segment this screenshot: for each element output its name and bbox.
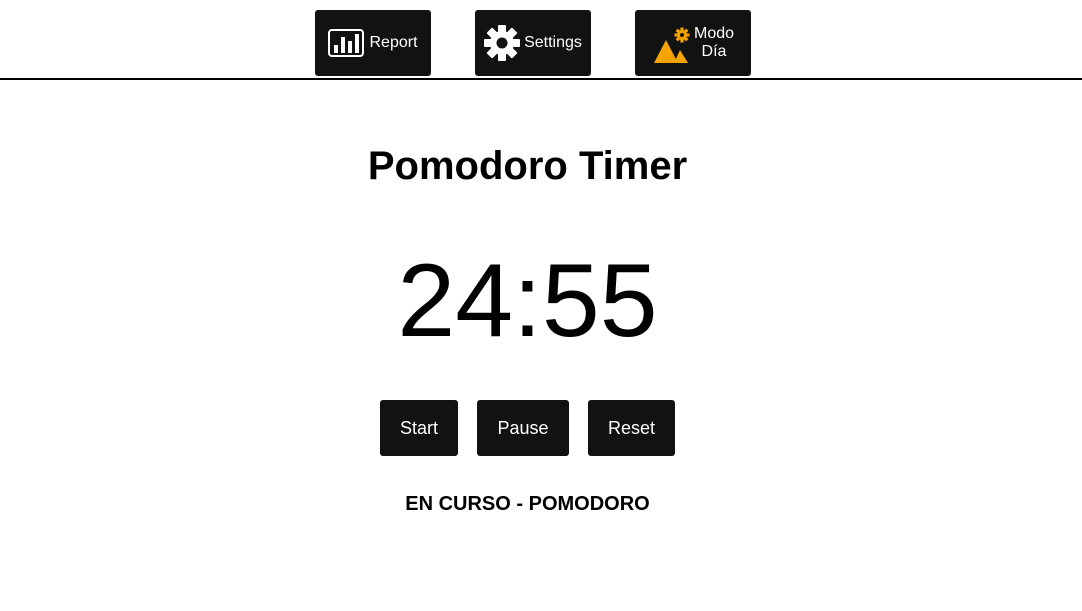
timer-display: 24:55 — [397, 243, 658, 359]
start-button[interactable]: Start — [380, 400, 458, 456]
reset-button[interactable]: Reset — [588, 400, 675, 456]
page-title: Pomodoro Timer — [367, 144, 688, 188]
report-button[interactable]: Report — [315, 10, 431, 76]
settings-label: Settings — [524, 34, 582, 51]
report-label: Report — [369, 34, 418, 51]
day-mode-toggle-button[interactable]: Modo Día — [635, 10, 751, 76]
day-mode-icon — [652, 26, 692, 64]
mode-label-line2: Día — [701, 43, 727, 60]
gear-icon — [484, 25, 521, 61]
timer-status-text: EN CURSO - POMODORO — [405, 493, 650, 515]
bar-chart-icon — [328, 29, 365, 57]
pause-button[interactable]: Pause — [477, 400, 569, 456]
mode-label-line1: Modo — [693, 25, 735, 42]
settings-button[interactable]: Settings — [475, 10, 591, 76]
top-navigation-bar: Report Settings Modo Día — [0, 0, 1082, 80]
